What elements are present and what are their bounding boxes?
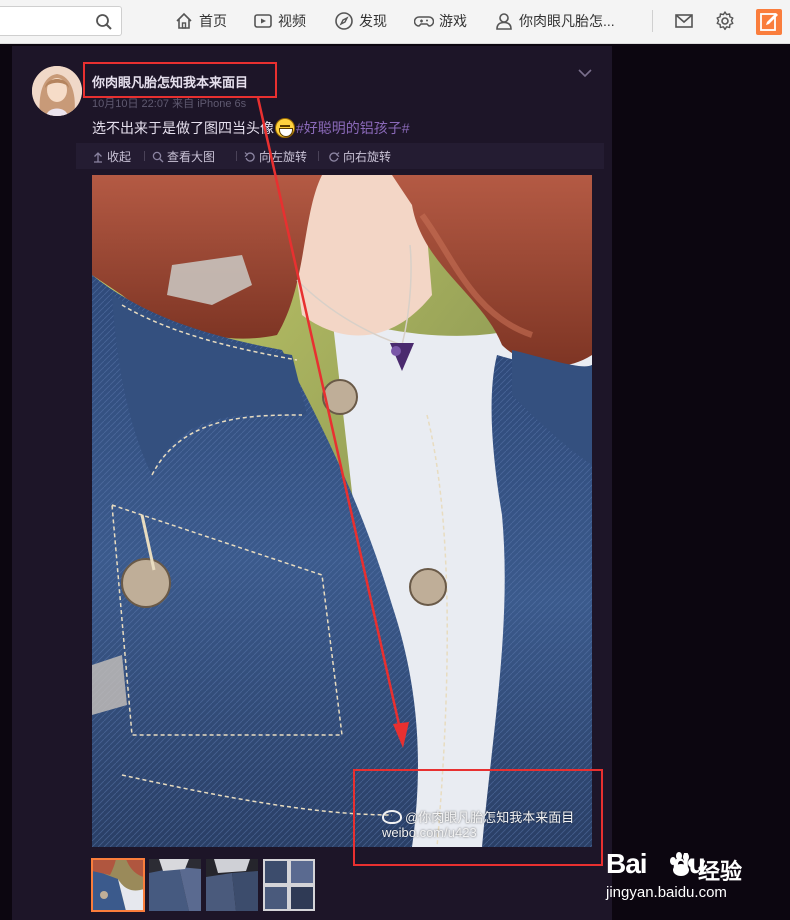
post-text: 选不出来于是做了图四当头像 #好聪明的铝孩子# [92, 118, 410, 138]
thumbnail-1[interactable] [91, 858, 145, 912]
post-image[interactable]: @你肉眼凡胎怎知我本来面目 weibo.com/u423 [92, 175, 592, 847]
baidu-jingyan-label: 经验 [698, 859, 743, 884]
nav-video[interactable]: 视频 [253, 9, 306, 33]
search-input[interactable] [6, 12, 86, 30]
username-link[interactable]: 你肉眼凡胎怎知我本来面目 [92, 72, 248, 91]
post-body: 选不出来于是做了图四当头像 [92, 120, 274, 136]
rotate-right-icon [329, 151, 340, 162]
nav-games-label: 游戏 [439, 13, 467, 29]
nav-home[interactable]: 首页 [174, 9, 227, 33]
nav-profile-label: 你肉眼凡胎怎... [519, 13, 615, 29]
rotate-left-button[interactable]: 向左旋转 [244, 148, 307, 165]
nav-discover-label: 发现 [359, 13, 387, 29]
nav-games[interactable]: 游戏 [414, 9, 467, 33]
post-meta: 10月10日 22:07 来自 iPhone 6s [92, 95, 246, 111]
baidu-watermark: Bai du 经验 jingyan.baidu.com [606, 848, 786, 908]
view-large-button[interactable]: 查看大图 [152, 148, 215, 165]
nav-video-label: 视频 [278, 13, 306, 29]
video-icon [254, 14, 272, 28]
weibo-logo-icon [382, 809, 402, 824]
source-prefix: 来自 [172, 98, 195, 110]
rotate-left-label: 向左旋转 [259, 150, 308, 164]
laughing-emoji-icon [275, 118, 295, 138]
toolbar-divider [236, 151, 237, 161]
collapse-label: 收起 [107, 150, 132, 164]
avatar[interactable] [32, 66, 82, 116]
view-large-label: 查看大图 [167, 150, 216, 164]
mail-icon[interactable] [673, 10, 695, 32]
thumbnail-2[interactable] [149, 859, 201, 911]
nav-divider [652, 10, 653, 32]
watermark-handle: @你肉眼凡胎怎知我本来面目 [405, 810, 575, 825]
nav-home-label: 首页 [199, 13, 227, 29]
image-toolbar: 收起 查看大图 向左旋转 向右旋转 [76, 143, 604, 169]
home-icon [176, 12, 192, 29]
arrow-up-icon [94, 151, 102, 163]
nav-profile[interactable]: 你肉眼凡胎怎... [494, 9, 615, 33]
compose-button[interactable] [756, 9, 782, 35]
gear-icon[interactable] [714, 10, 736, 32]
photo-illustration [92, 175, 592, 847]
rotate-right-label: 向右旋转 [343, 150, 392, 164]
thumbnail-4[interactable] [263, 859, 315, 911]
baidu-brand: Bai [606, 848, 648, 879]
rotate-left-icon [244, 151, 255, 162]
hashtag-link[interactable]: #好聪明的铝孩子# [296, 118, 410, 138]
chevron-down-icon[interactable] [578, 68, 592, 78]
search-icon[interactable] [95, 13, 113, 31]
top-navigation-bar: 首页 视频 发现 游戏 你肉眼凡胎怎... [0, 0, 790, 44]
thumbnail-3[interactable] [206, 859, 258, 911]
gamepad-icon [414, 16, 434, 27]
toolbar-divider [318, 151, 319, 161]
compass-icon [335, 12, 353, 30]
post-source[interactable]: iPhone 6s [197, 98, 246, 110]
compose-icon [760, 13, 778, 31]
toolbar-divider [144, 151, 145, 161]
baidu-url: jingyan.baidu.com [606, 884, 727, 901]
search-box[interactable] [0, 6, 122, 36]
watermark-url: weibo.com/u423 [382, 825, 477, 840]
collapse-button[interactable]: 收起 [92, 148, 131, 165]
rotate-right-button[interactable]: 向右旋转 [328, 148, 391, 165]
baidu-paw-icon [670, 852, 694, 876]
search-icon [152, 151, 164, 162]
post-card: 你肉眼凡胎怎知我本来面目 10月10日 22:07 来自 iPhone 6s 选… [12, 46, 612, 920]
user-icon [496, 13, 512, 30]
nav-discover[interactable]: 发现 [334, 9, 387, 33]
post-time[interactable]: 10月10日 22:07 [92, 98, 169, 110]
image-watermark: @你肉眼凡胎怎知我本来面目 weibo.com/u423 [382, 807, 574, 840]
